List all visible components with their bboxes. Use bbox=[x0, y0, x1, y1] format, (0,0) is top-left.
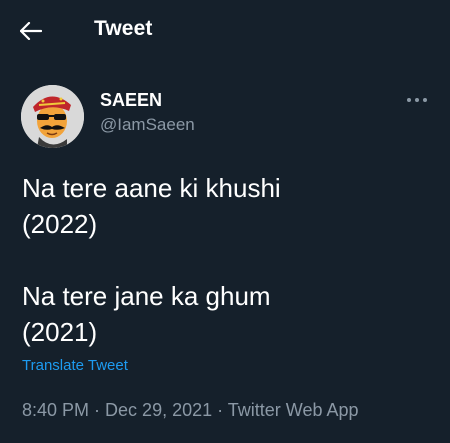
tweet-date[interactable]: Dec 29, 2021 bbox=[105, 400, 212, 420]
tweet-paragraph: Na tere jane ka ghum (2021) bbox=[22, 281, 271, 347]
more-options-button[interactable] bbox=[400, 88, 434, 112]
author-name[interactable]: SAEEN bbox=[100, 90, 162, 111]
tweet-source[interactable]: Twitter Web App bbox=[228, 400, 359, 420]
tweet-paragraph: Na tere aane ki khushi (2022) bbox=[22, 173, 281, 239]
avatar[interactable] bbox=[21, 85, 84, 148]
separator: · bbox=[212, 400, 228, 420]
back-button[interactable] bbox=[14, 16, 48, 46]
page-title: Tweet bbox=[94, 17, 153, 40]
ellipsis-icon bbox=[407, 98, 427, 102]
tweet-time[interactable]: 8:40 PM bbox=[22, 400, 89, 420]
tweet-text: Na tere aane ki khushi (2022) Na tere ja… bbox=[22, 170, 432, 350]
author-handle[interactable]: @IamSaeen bbox=[100, 115, 195, 135]
separator: · bbox=[89, 400, 106, 420]
tweet-metadata: 8:40 PM · Dec 29, 2021 · Twitter Web App bbox=[22, 400, 359, 421]
translate-tweet-link[interactable]: Translate Tweet bbox=[22, 357, 128, 374]
arrow-left-icon bbox=[20, 22, 42, 40]
cartoon-avatar bbox=[21, 85, 84, 148]
top-bar: Tweet bbox=[0, 0, 450, 62]
